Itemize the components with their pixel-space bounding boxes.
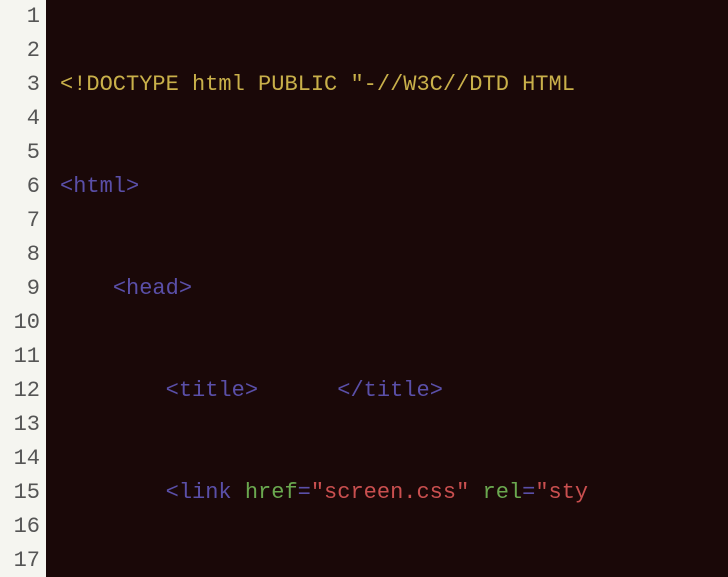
string-value: "sty bbox=[535, 480, 588, 505]
line-number: 13 bbox=[4, 408, 40, 442]
doctype-name: DOCTYPE bbox=[86, 72, 178, 97]
line-number: 4 bbox=[4, 102, 40, 136]
attr-href: href bbox=[245, 480, 298, 505]
line-number: 12 bbox=[4, 374, 40, 408]
tag-title: title bbox=[179, 378, 245, 403]
line-number-gutter: 1234567891011121314151617 bbox=[0, 0, 46, 577]
code-line: <html> bbox=[60, 170, 728, 204]
code-line: <link href="screen.css" rel="sty bbox=[60, 476, 728, 510]
attr-rel: rel bbox=[483, 480, 523, 505]
string-value: "screen.css" bbox=[311, 480, 469, 505]
line-number: 2 bbox=[4, 34, 40, 68]
code-line: <title> </title> bbox=[60, 374, 728, 408]
doctype-open: <! bbox=[60, 72, 86, 97]
tag-head: head bbox=[126, 276, 179, 301]
line-number: 11 bbox=[4, 340, 40, 374]
tag-link: link bbox=[179, 480, 232, 505]
code-line: <!DOCTYPE html PUBLIC "-//W3C//DTD HTML bbox=[60, 68, 728, 102]
line-number: 8 bbox=[4, 238, 40, 272]
code-editor-area[interactable]: <!DOCTYPE html PUBLIC "-//W3C//DTD HTML … bbox=[46, 0, 728, 577]
code-line: <head> bbox=[60, 272, 728, 306]
doctype-rest: html PUBLIC bbox=[179, 72, 351, 97]
line-number: 10 bbox=[4, 306, 40, 340]
line-number: 16 bbox=[4, 510, 40, 544]
line-number: 7 bbox=[4, 204, 40, 238]
doctype-string: "-//W3C//DTD HTML bbox=[350, 72, 574, 97]
line-number: 1 bbox=[4, 0, 40, 34]
line-number: 6 bbox=[4, 170, 40, 204]
line-number: 14 bbox=[4, 442, 40, 476]
line-number: 5 bbox=[4, 136, 40, 170]
tag-html: html bbox=[73, 174, 126, 199]
line-number: 9 bbox=[4, 272, 40, 306]
line-number: 15 bbox=[4, 476, 40, 510]
line-number: 3 bbox=[4, 68, 40, 102]
line-number: 17 bbox=[4, 544, 40, 577]
